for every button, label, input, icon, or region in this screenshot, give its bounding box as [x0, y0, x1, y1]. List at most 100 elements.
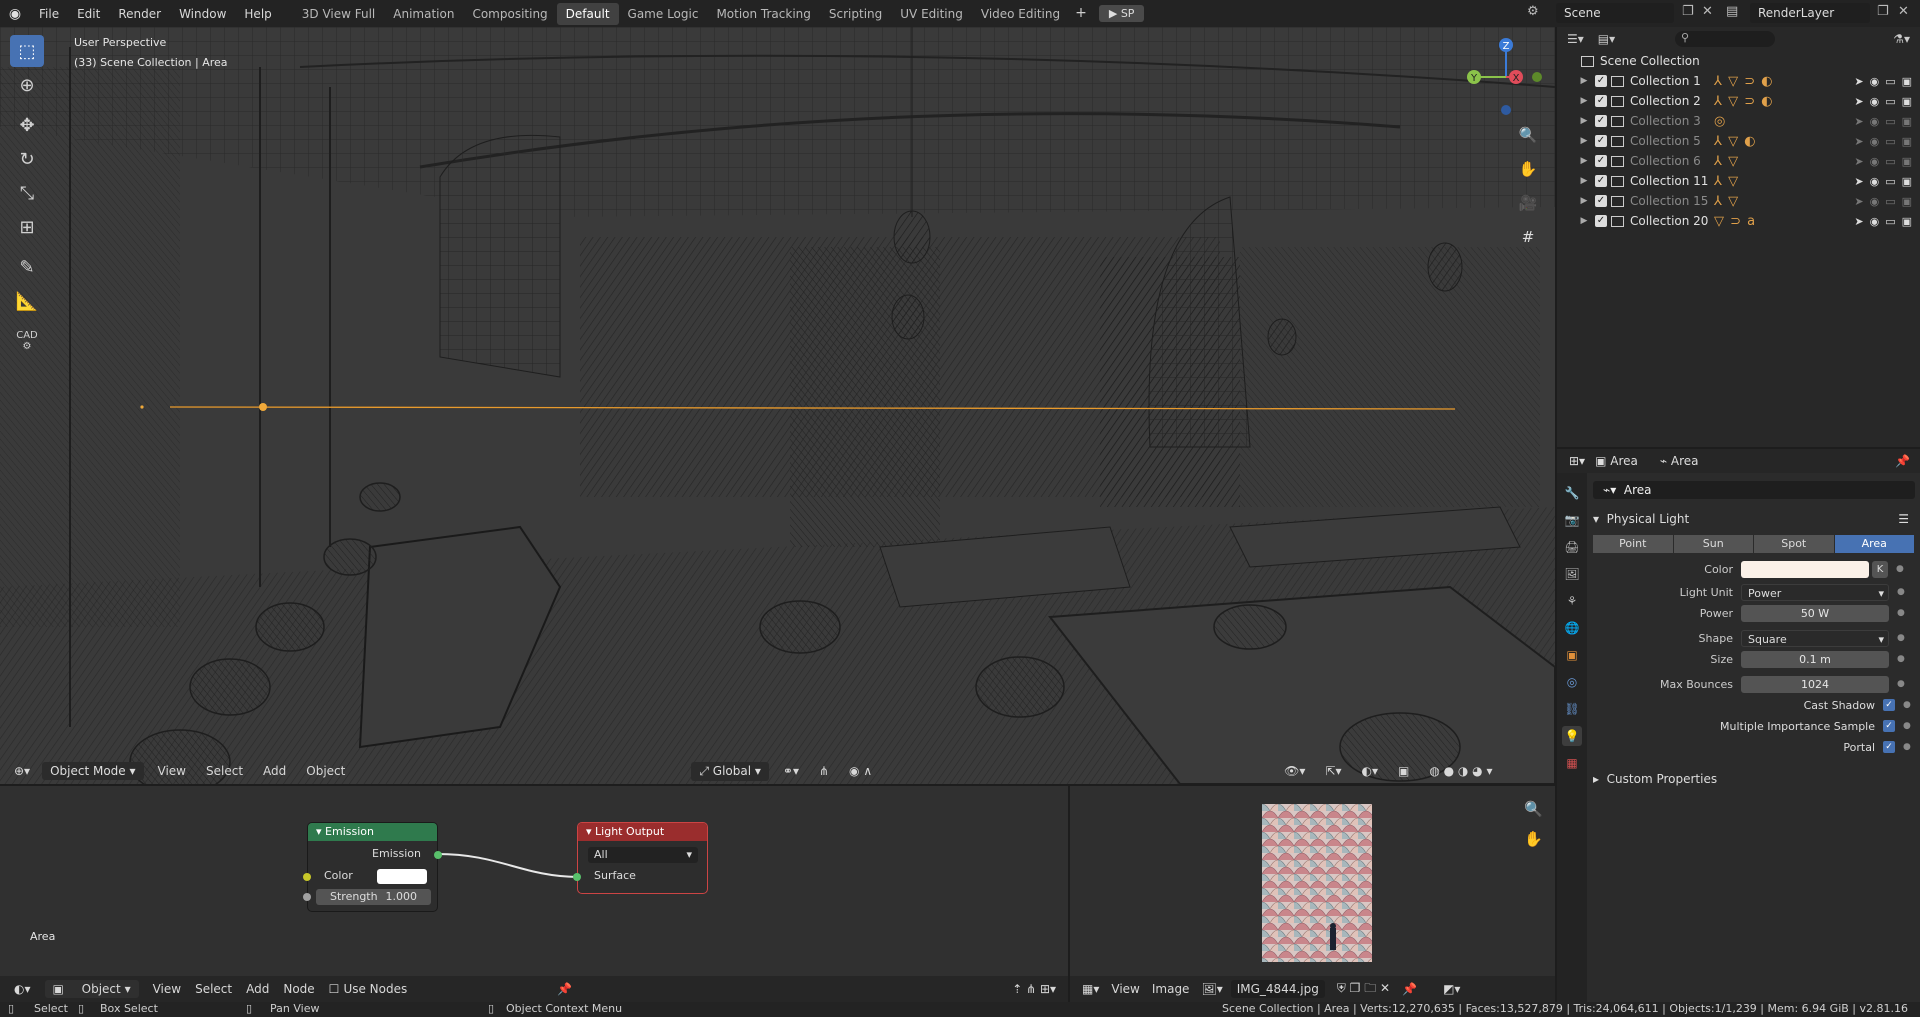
viewport-disable-icon[interactable]: ▭	[1885, 115, 1895, 128]
menu-view[interactable]: View	[152, 761, 192, 781]
keyframe-dot-icon[interactable]: ●	[1897, 679, 1905, 689]
emission-output-socket[interactable]	[434, 851, 442, 859]
menu-select[interactable]: Select	[200, 761, 249, 781]
render-camera-icon[interactable]: ▣	[1902, 95, 1912, 108]
shader-type-dropdown[interactable]: ▣ Object ▾	[44, 980, 139, 998]
outliner-row-collection[interactable]: ▶ ✓ Collection 20 ▽ ⊃ a ➤ ◉ ▭ ▣	[1557, 211, 1920, 231]
delete-scene-icon[interactable]: ✕	[1702, 4, 1713, 19]
scene-collection-row[interactable]: Scene Collection	[1557, 51, 1920, 71]
pivot-icon[interactable]: ⚭▾	[777, 761, 805, 781]
snap-icon[interactable]: ⋔	[813, 761, 835, 781]
texture-tab-icon[interactable]: ▦	[1562, 753, 1582, 773]
light-unit-dropdown[interactable]: Power ▾	[1741, 583, 1889, 601]
pin-node-tree-icon[interactable]: 📌	[557, 982, 572, 996]
shading-modes-icon[interactable]: ◍ ● ◑ ◕ ▾	[1423, 761, 1498, 781]
shape-dropdown[interactable]: Square ▾	[1741, 629, 1889, 647]
render-layer-field[interactable]: RenderLayer	[1750, 3, 1870, 23]
panel-menu-icon[interactable]: ☰	[1898, 512, 1909, 526]
light-name-field[interactable]: ⌁▾ Area	[1593, 481, 1915, 499]
image-editor[interactable]: 🔍 ✋ ▦▾ View Image 🖼▾ IMG_4844.jpg ⛨ ❐ 🗀 …	[1070, 786, 1555, 1002]
render-layer-icon[interactable]: ▤	[1726, 4, 1738, 19]
scene-field[interactable]: Scene	[1556, 3, 1674, 23]
transform-tool-icon[interactable]: ⊞	[10, 211, 44, 243]
kelvin-button[interactable]: K	[1872, 560, 1888, 578]
viewport-disable-icon[interactable]: ▭	[1885, 175, 1895, 188]
expand-arrow-icon[interactable]: ▶	[1577, 116, 1591, 126]
image-pan-icon[interactable]: ✋	[1524, 830, 1543, 848]
pan-hand-icon[interactable]: ✋	[1515, 156, 1541, 182]
outliner-display-mode-icon[interactable]: ☰▾	[1567, 32, 1584, 46]
keyframe-dot-icon[interactable]: ●	[1897, 654, 1905, 664]
render-camera-icon[interactable]: ▣	[1902, 195, 1912, 208]
render-camera-icon[interactable]: ▣	[1902, 175, 1912, 188]
node-editor-type-icon[interactable]: ◐▾	[14, 982, 31, 996]
play-sp-button[interactable]: ▶ SP	[1098, 5, 1145, 22]
node-snap-icon[interactable]: ⇡ ⋔ ⊞▾	[1012, 982, 1056, 996]
image-editor-type-icon[interactable]: ▦▾	[1082, 982, 1099, 996]
selectable-icon[interactable]: ➤	[1854, 195, 1863, 208]
emission-node-header[interactable]: ▾ Emission	[308, 823, 437, 841]
node-menu-add[interactable]: Add	[246, 982, 269, 996]
shader-node-editor[interactable]: ▾ Emission Emission Color Strength 1.000 …	[0, 786, 1068, 1002]
outliner-filter-icon[interactable]: ⚗▾	[1893, 32, 1910, 46]
object-tab-icon[interactable]: ▣	[1562, 645, 1582, 665]
menu-help[interactable]: Help	[235, 7, 280, 21]
collection-contents-icons[interactable]: ⅄ ▽	[1714, 174, 1814, 189]
image-name-field[interactable]: IMG_4844.jpg	[1230, 980, 1325, 998]
render-camera-icon[interactable]: ▣	[1902, 215, 1912, 228]
cast-shadow-checkbox[interactable]: ✓	[1883, 699, 1895, 711]
3d-viewport[interactable]: Z Y X User Perspective (33) Scene Collec…	[0, 27, 1555, 784]
object-breadcrumb[interactable]: ▣ Area	[1595, 454, 1638, 468]
view-layer-tab-icon[interactable]: 🖼	[1562, 564, 1582, 584]
proportional-edit-icon[interactable]: ◉ ∧	[843, 761, 878, 781]
output-target-dropdown[interactable]: All ▾	[588, 847, 698, 863]
light-type-point[interactable]: Point	[1593, 535, 1673, 553]
ortho-grid-icon[interactable]: #	[1515, 224, 1541, 250]
tab-3d-view-full[interactable]: 3D View Full	[293, 3, 385, 25]
light-output-node[interactable]: ▾ Light Output All ▾ Surface	[573, 822, 708, 894]
viewport-disable-icon[interactable]: ▭	[1885, 195, 1895, 208]
scene-icon[interactable]: ⚙	[1527, 4, 1539, 19]
viewport-disable-icon[interactable]: ▭	[1885, 135, 1895, 148]
collection-exclude-checkbox[interactable]: ✓	[1595, 75, 1607, 87]
keyframe-dot-icon[interactable]: ●	[1903, 742, 1911, 752]
power-field[interactable]: 50 W	[1741, 604, 1889, 622]
tab-game-logic[interactable]: Game Logic	[619, 3, 708, 25]
menu-edit[interactable]: Edit	[68, 7, 109, 21]
light-data-tab-icon[interactable]: 💡	[1562, 726, 1582, 746]
measure-tool-icon[interactable]: 📐	[10, 285, 44, 317]
visibility-icon[interactable]: 👁▾	[1278, 761, 1311, 781]
collection-contents-icons[interactable]: ⅄ ▽ ⊃ ◐	[1714, 74, 1814, 89]
new-layer-icon[interactable]: ❐	[1877, 4, 1889, 19]
selectable-icon[interactable]: ➤	[1854, 175, 1863, 188]
keyframe-dot-icon[interactable]: ●	[1897, 608, 1905, 618]
render-tab-icon[interactable]: 📷	[1562, 510, 1582, 530]
move-tool-icon[interactable]: ✥	[10, 109, 44, 141]
viewport-disable-icon[interactable]: ▭	[1885, 155, 1895, 168]
select-box-tool-icon[interactable]: ⬚	[10, 35, 44, 67]
image-zoom-icon[interactable]: 🔍	[1524, 800, 1543, 818]
expand-arrow-icon[interactable]: ▶	[1577, 156, 1591, 166]
use-nodes-checkbox[interactable]: ☐	[329, 982, 340, 996]
blender-logo-icon[interactable]: ◉	[0, 6, 30, 22]
node-menu-node[interactable]: Node	[283, 982, 314, 996]
expand-arrow-icon[interactable]: ▶	[1577, 176, 1591, 186]
light-output-node-header[interactable]: ▾ Light Output	[578, 823, 707, 841]
world-tab-icon[interactable]: 🌐	[1562, 618, 1582, 638]
light-type-area[interactable]: Area	[1834, 535, 1914, 553]
image-browse-icon[interactable]: 🖼▾	[1201, 982, 1222, 996]
render-camera-icon[interactable]: ▣	[1902, 115, 1912, 128]
eye-icon[interactable]: ◉	[1870, 135, 1880, 148]
tab-animation[interactable]: Animation	[384, 3, 463, 25]
collection-exclude-checkbox[interactable]: ✓	[1595, 155, 1607, 167]
eye-icon[interactable]: ◉	[1870, 175, 1880, 188]
collection-exclude-checkbox[interactable]: ✓	[1595, 215, 1607, 227]
outliner-row-collection[interactable]: ▶ ✓ Collection 2 ⅄ ▽ ⊃ ◐ ➤ ◉ ▭ ▣	[1557, 91, 1920, 111]
physics-tab-icon[interactable]: ◎	[1562, 672, 1582, 692]
render-camera-icon[interactable]: ▣	[1902, 155, 1912, 168]
collection-exclude-checkbox[interactable]: ✓	[1595, 175, 1607, 187]
tab-motion-tracking[interactable]: Motion Tracking	[707, 3, 819, 25]
custom-properties-panel-header[interactable]: ▸ Custom Properties	[1593, 769, 1915, 789]
overlay-toggle-icon[interactable]: ◐▾	[1355, 761, 1384, 781]
keyframe-dot-icon[interactable]: ●	[1896, 564, 1904, 574]
